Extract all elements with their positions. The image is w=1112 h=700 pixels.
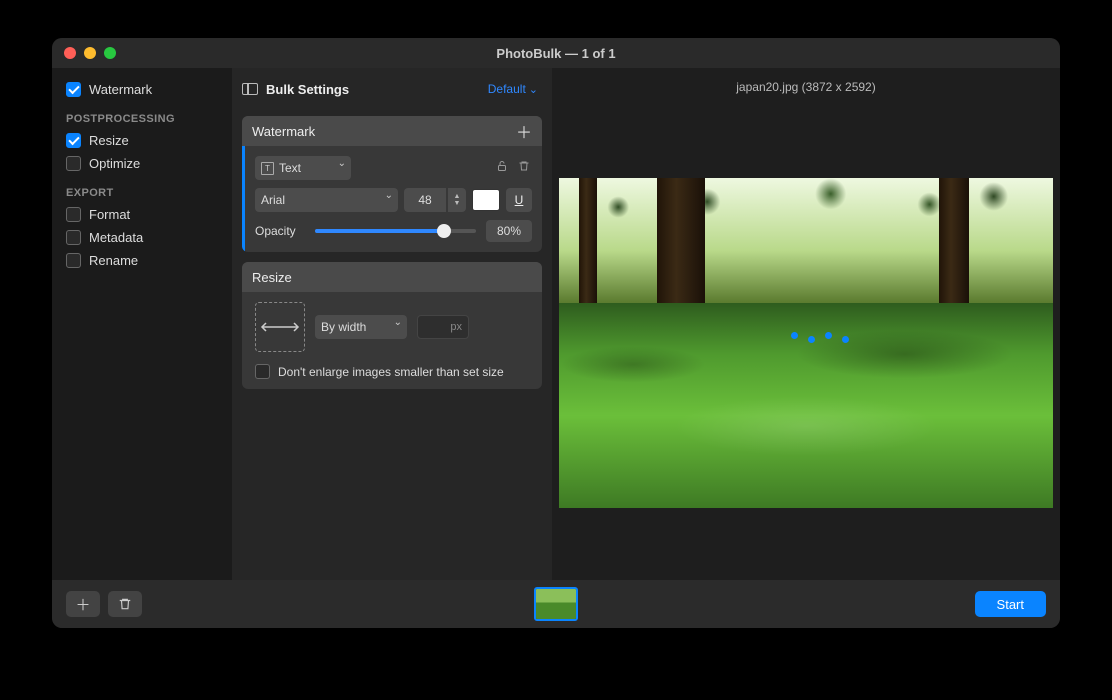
start-label: Start <box>997 597 1024 612</box>
sidebar-item-resize[interactable]: Resize <box>64 129 220 152</box>
card-title: Watermark <box>252 124 315 139</box>
thumbnail[interactable] <box>534 587 578 621</box>
sidebar-item-label: Optimize <box>89 156 140 171</box>
resize-value-input[interactable]: px <box>417 315 469 339</box>
window-title: PhotoBulk — 1 of 1 <box>52 46 1060 61</box>
preview-image <box>559 178 1053 508</box>
app-window: PhotoBulk — 1 of 1 Watermark POSTPROCESS… <box>52 38 1060 628</box>
sidebar-item-label: Rename <box>89 253 138 268</box>
opacity-value[interactable]: 80% <box>486 220 532 242</box>
panel-icon <box>242 83 258 95</box>
checkbox-icon[interactable] <box>66 133 81 148</box>
zoom-window-button[interactable] <box>104 47 116 59</box>
resize-card-header: Resize <box>242 262 542 292</box>
card-title: Resize <box>252 270 292 285</box>
unit-label: px <box>450 321 462 333</box>
sidebar-item-optimize[interactable]: Optimize <box>64 152 220 175</box>
watermark-card: Watermark ＋ Text <box>242 116 542 252</box>
preset-dropdown[interactable]: Default <box>488 82 538 96</box>
thumbnail-strip <box>534 587 578 621</box>
window-controls <box>64 47 116 59</box>
close-window-button[interactable] <box>64 47 76 59</box>
sidebar-item-label: Resize <box>89 133 129 148</box>
resize-card: Resize By width px <box>242 262 542 389</box>
trash-icon[interactable] <box>516 159 532 177</box>
font-family-select[interactable]: Arial <box>255 188 398 212</box>
sidebar-item-rename[interactable]: Rename <box>64 249 220 272</box>
start-button[interactable]: Start <box>975 591 1046 617</box>
footer: ＋ Start <box>52 580 1060 628</box>
watermark-card-header: Watermark ＋ <box>242 116 542 146</box>
opacity-slider[interactable] <box>315 229 476 233</box>
font-size-input[interactable] <box>404 188 446 212</box>
sidebar-group-postprocessing: POSTPROCESSING <box>66 113 220 125</box>
checkbox-icon[interactable] <box>66 230 81 245</box>
preview-image-area[interactable] <box>552 106 1060 580</box>
remove-images-button[interactable] <box>108 591 142 617</box>
font-size-stepper[interactable]: ▲▼ <box>448 188 466 212</box>
checkbox-icon[interactable] <box>66 253 81 268</box>
checkbox-icon[interactable] <box>66 156 81 171</box>
resize-mode-select[interactable]: By width <box>315 315 407 339</box>
watermark-type-select[interactable]: Text <box>255 156 351 180</box>
titlebar: PhotoBulk — 1 of 1 <box>52 38 1060 68</box>
slider-thumb[interactable] <box>437 224 451 238</box>
minimize-window-button[interactable] <box>84 47 96 59</box>
dont-enlarge-checkbox[interactable] <box>255 364 270 379</box>
sidebar-item-label: Watermark <box>89 82 152 97</box>
settings-panel: Bulk Settings Default Watermark ＋ Text <box>232 68 552 580</box>
color-swatch[interactable] <box>472 189 500 211</box>
add-watermark-button[interactable]: ＋ <box>516 119 532 143</box>
resize-dimension-icon <box>255 302 305 352</box>
dont-enlarge-label: Don't enlarge images smaller than set si… <box>278 365 504 379</box>
opacity-label: Opacity <box>255 224 305 238</box>
select-value: Text <box>279 161 301 175</box>
sidebar-group-export: EXPORT <box>66 187 220 199</box>
preview-panel: japan20.jpg (3872 x 2592) <box>552 68 1060 580</box>
preview-info: japan20.jpg (3872 x 2592) <box>552 68 1060 106</box>
preset-label: Default <box>488 82 526 96</box>
sidebar-item-label: Format <box>89 207 130 222</box>
settings-title: Bulk Settings <box>266 82 349 97</box>
plus-icon: ＋ <box>75 594 90 615</box>
unlock-icon[interactable] <box>494 159 510 177</box>
sidebar-item-watermark[interactable]: Watermark <box>64 78 220 101</box>
sidebar-item-label: Metadata <box>89 230 143 245</box>
checkbox-icon[interactable] <box>66 82 81 97</box>
sidebar: Watermark POSTPROCESSING Resize Optimize… <box>52 68 232 580</box>
body: Watermark POSTPROCESSING Resize Optimize… <box>52 68 1060 580</box>
select-value: Arial <box>261 193 285 207</box>
sidebar-item-format[interactable]: Format <box>64 203 220 226</box>
settings-header: Bulk Settings Default <box>242 78 542 106</box>
underline-button[interactable]: U <box>506 188 532 212</box>
add-images-button[interactable]: ＋ <box>66 591 100 617</box>
sidebar-item-metadata[interactable]: Metadata <box>64 226 220 249</box>
select-value: By width <box>321 320 366 334</box>
trash-icon <box>118 597 132 611</box>
watermark-handles[interactable] <box>791 336 849 343</box>
checkbox-icon[interactable] <box>66 207 81 222</box>
